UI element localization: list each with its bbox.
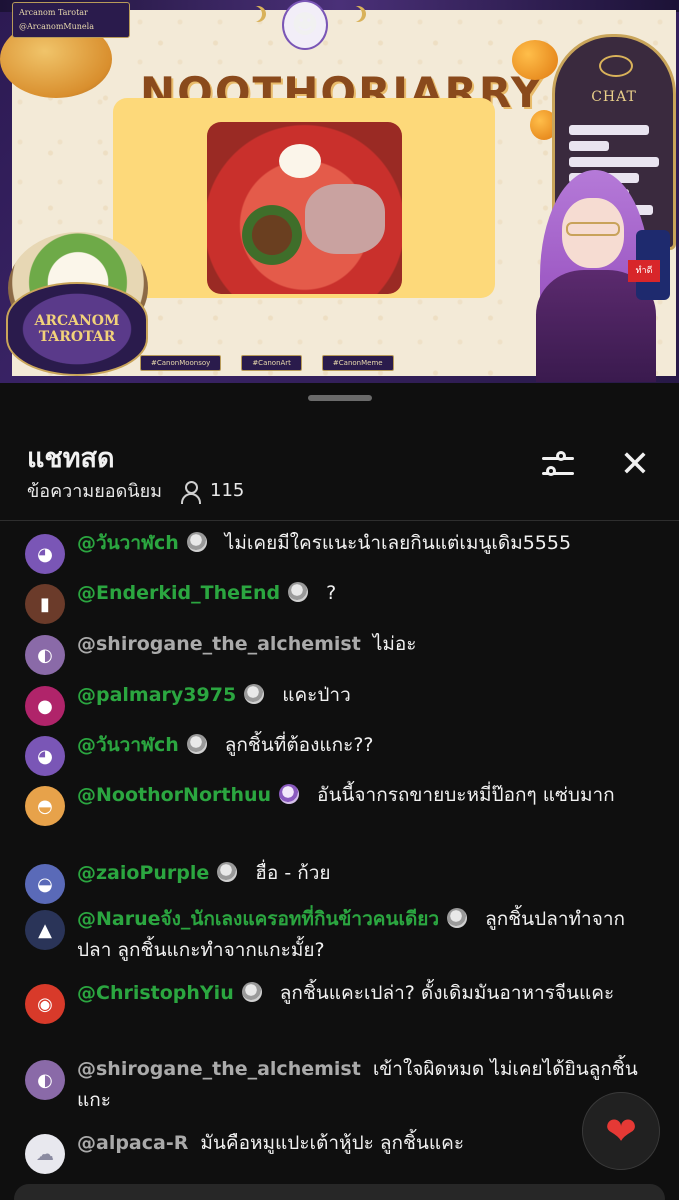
message-text: ไม่เคยมีใครแนะนำเลยกินแต่เมนูเดิม5555 xyxy=(224,532,572,554)
chat-filter-button[interactable] xyxy=(538,448,578,484)
header-divider xyxy=(0,520,679,521)
author-name[interactable]: @Narueจัง_นักเลงแครอทที่กินข้าวคนเดียว xyxy=(77,908,439,930)
message-text: ฮื่อ - ก้วย xyxy=(255,862,331,884)
channel-tag-title: Arcanom Tarotar xyxy=(19,8,88,17)
author-avatar[interactable]: ◒ xyxy=(25,864,65,904)
channel-tag: Arcanom Tarotar @ArcanomMunela xyxy=(12,2,130,38)
hashtag: #CanonArt xyxy=(241,355,302,371)
moon-icon xyxy=(246,6,262,22)
hashtag: #CanonMoonsoy xyxy=(140,355,222,371)
vtuber-avatar: ทำดี xyxy=(500,160,679,382)
chat-message-list[interactable]: ◕ @วันวาฬch ไม่เคยมีใครแนะนำเลยกินแต่เมนู… xyxy=(0,524,679,1200)
member-badge-icon xyxy=(288,582,309,602)
member-badge-icon xyxy=(241,982,262,1002)
drag-handle[interactable] xyxy=(308,395,372,401)
member-badge-icon xyxy=(186,734,207,754)
author-name[interactable]: @NoothorNorthuu xyxy=(77,784,271,806)
close-button[interactable]: ✕ xyxy=(616,446,654,484)
mascot-icon: ☻ xyxy=(282,0,328,50)
message-text: ลูกชิ้นที่ต้องแกะ?? xyxy=(224,734,374,756)
hashtag-bar: #CanonMoonsoy #CanonArt #CanonMeme xyxy=(140,352,520,374)
author-avatar[interactable]: ▮ xyxy=(25,584,65,624)
author-name[interactable]: @วันวาฬch xyxy=(77,734,179,756)
chat-mode-selector[interactable]: ข้อความยอดนิยม xyxy=(27,476,162,505)
author-name[interactable]: @zaioPurple xyxy=(77,862,209,884)
channel-logo: ARCANOM TAROTAR xyxy=(6,282,148,376)
member-badge-icon xyxy=(279,784,300,804)
stream-video[interactable]: Arcanom Tarotar @ArcanomMunela ☻ NOOTHOR… xyxy=(0,0,679,383)
sliders-icon xyxy=(556,451,566,461)
chat-subtitle-row: ข้อความยอดนิยม 115 xyxy=(27,476,244,505)
member-badge-icon xyxy=(244,684,265,704)
author-name[interactable]: @palmary3975 xyxy=(77,684,236,706)
message-text: แคะป่าว xyxy=(282,684,351,706)
author-avatar[interactable]: ◐ xyxy=(25,1060,65,1100)
chat-header: แชทสด ข้อความยอดนิยม 115 ✕ xyxy=(0,420,679,520)
author-avatar[interactable]: ◓ xyxy=(25,786,65,826)
member-badge-icon xyxy=(217,862,238,882)
author-name[interactable]: @Enderkid_TheEnd xyxy=(77,582,280,604)
author-name[interactable]: @alpaca-R xyxy=(77,1132,188,1154)
noodle-soup-photo xyxy=(207,122,402,294)
message-text: ลูกชิ้นแคะเปล่า? ดั้งเดิมมันอาหารจีนแคะ xyxy=(279,982,615,1004)
author-name[interactable]: @shirogane_the_alchemist xyxy=(77,1058,361,1080)
author-name[interactable]: @วันวาฬch xyxy=(77,532,179,554)
author-avatar[interactable]: ◐ xyxy=(25,635,65,675)
channel-tag-handle: @ArcanomMunela xyxy=(19,22,94,31)
author-avatar[interactable]: ◕ xyxy=(25,534,65,574)
message-text: ไม่อะ xyxy=(372,633,417,655)
eye-icon xyxy=(599,55,633,77)
author-name[interactable]: @ChristophYiu xyxy=(77,982,234,1004)
message-text: มันคือหมูแปะเต้าหู้ปะ ลูกชิ้นแคะ xyxy=(200,1132,465,1154)
moon-icon xyxy=(346,6,362,22)
mic-flag: ทำดี xyxy=(628,260,660,282)
author-avatar[interactable]: ● xyxy=(25,686,65,726)
chat-input-bar[interactable] xyxy=(14,1184,665,1200)
heart-reaction-button[interactable]: ❤ xyxy=(582,1092,660,1170)
message-text: อันนี้จากรถขายบะหมี่ป๊อกๆ แซ่บมาก xyxy=(317,784,615,806)
author-avatar[interactable]: ◕ xyxy=(25,736,65,776)
author-avatar[interactable]: ☁ xyxy=(25,1134,65,1174)
author-name[interactable]: @shirogane_the_alchemist xyxy=(77,633,361,655)
member-badge-icon xyxy=(447,908,468,928)
viewers-icon xyxy=(180,480,201,504)
orange-decoration xyxy=(512,40,558,80)
author-avatar[interactable]: ◉ xyxy=(25,984,65,1024)
member-badge-icon xyxy=(186,532,207,552)
viewer-count: 115 xyxy=(210,480,245,501)
chat-overlay-label: CHAT xyxy=(591,89,637,105)
author-avatar[interactable]: ▲ xyxy=(25,910,65,950)
hashtag: #CanonMeme xyxy=(321,355,394,371)
message-text: ? xyxy=(326,582,337,604)
chat-title: แชทสด xyxy=(27,443,115,474)
